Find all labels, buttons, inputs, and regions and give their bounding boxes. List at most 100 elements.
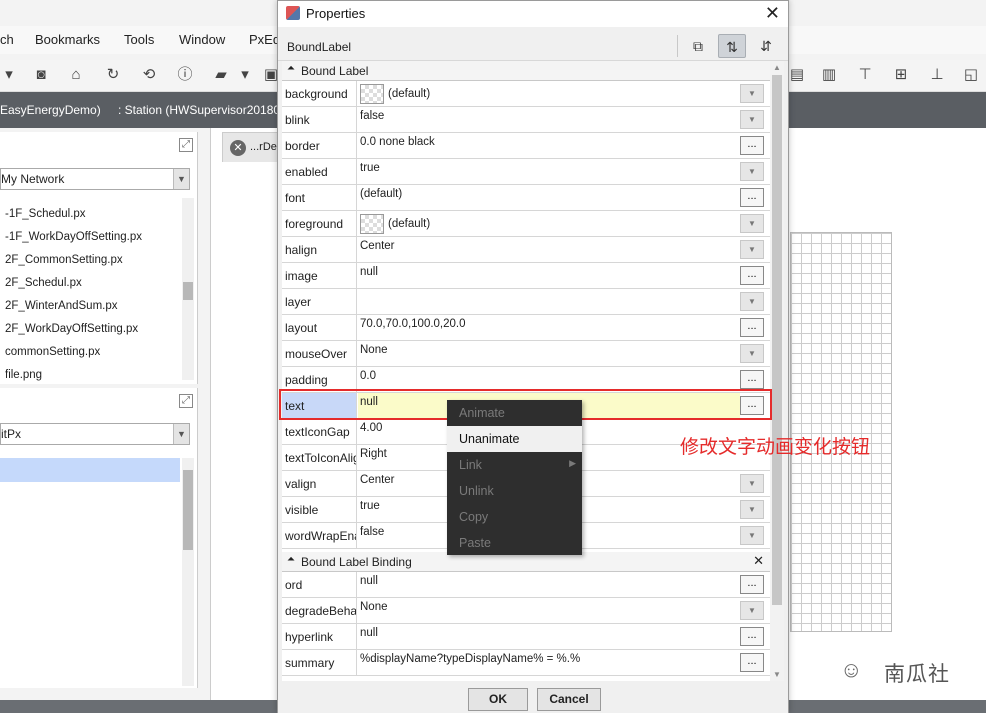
nav-tree-combo[interactable]: My Network ▼ [0, 168, 190, 190]
chevron-down-icon[interactable]: ▼ [740, 162, 764, 181]
property-value[interactable]: null [358, 624, 740, 649]
menu-item-tools[interactable]: Tools [124, 32, 154, 47]
section-header[interactable]: ⏶ Bound Label [282, 61, 770, 81]
nav-scrollbar-thumb[interactable] [183, 282, 193, 300]
chevron-down-icon[interactable]: ▼ [740, 526, 764, 545]
palette-combo[interactable]: itPx ▼ [0, 423, 190, 445]
maximize-icon[interactable]: ⤢ [179, 138, 193, 152]
property-row-ord[interactable]: ord null... [282, 572, 770, 598]
path-station[interactable]: : Station (HWSupervisor20180 [118, 103, 280, 117]
file-item[interactable]: file.png [5, 369, 42, 381]
menu-item-unlink[interactable]: Unlink [447, 478, 582, 504]
property-value[interactable]: Center [358, 237, 740, 262]
palette-selected-row[interactable] [0, 458, 180, 482]
add-slot-icon[interactable]: ⧉ [684, 34, 712, 58]
file-item[interactable]: 2F_CommonSetting.px [5, 254, 123, 266]
ellipsis-button[interactable]: ... [740, 266, 764, 285]
menu-item-window[interactable]: Window [179, 32, 225, 47]
align-bottom-icon[interactable]: ⊥ [928, 66, 946, 84]
menu-item-unanimate[interactable]: Unanimate [447, 426, 582, 452]
property-value[interactable]: null [358, 263, 740, 288]
ok-button[interactable]: OK [468, 688, 528, 711]
color-swatch[interactable] [360, 84, 384, 104]
file-item[interactable]: 2F_Schedul.px [5, 277, 82, 289]
palette-scrollbar[interactable] [182, 458, 194, 686]
property-row-halign[interactable]: halign Center ▼ [282, 237, 770, 263]
menu-item-paste[interactable]: Paste [447, 530, 582, 556]
chevron-down-icon[interactable]: ▼ [740, 474, 764, 493]
ellipsis-button[interactable]: ... [740, 370, 764, 389]
file-item[interactable]: -1F_WorkDayOffSetting.px [5, 231, 142, 243]
property-row-mouseover[interactable]: mouseOver None ▼ [282, 341, 770, 367]
property-row-font[interactable]: font (default)... [282, 185, 770, 211]
path-host[interactable]: EasyEnergyDemo) [0, 103, 101, 117]
ellipsis-button[interactable]: ... [740, 627, 764, 646]
close-icon[interactable]: ✕ [765, 3, 780, 24]
property-row-hyperlink[interactable]: hyperlink null... [282, 624, 770, 650]
menu-item-pxeditor[interactable]: PxEd [249, 32, 280, 47]
property-value[interactable]: None [358, 341, 740, 366]
chevron-down-icon[interactable]: ▼ [740, 84, 764, 103]
property-value[interactable]: %displayName?typeDisplayName% = %.% [358, 650, 740, 675]
menu-item-search[interactable]: ch [0, 32, 14, 47]
ellipsis-button[interactable]: ... [740, 188, 764, 207]
chevron-down-icon[interactable]: ▼ [740, 344, 764, 363]
property-row-layout[interactable]: layout 70.0,70.0,100.0,20.0... [282, 315, 770, 341]
file-item[interactable]: commonSetting.px [5, 346, 100, 358]
chevron-down-icon[interactable]: ▼ [740, 500, 764, 519]
palette-scrollbar-thumb[interactable] [183, 470, 193, 550]
file-item[interactable]: -1F_Schedul.px [5, 208, 86, 220]
property-value[interactable] [358, 289, 740, 314]
property-row-foreground[interactable]: foreground (default) ▼ [282, 211, 770, 237]
color-swatch[interactable] [360, 214, 384, 234]
chevron-down-icon[interactable]: ▼ [740, 214, 764, 233]
camera-icon[interactable]: ◙ [32, 66, 50, 84]
maximize-icon[interactable]: ⤢ [179, 394, 193, 408]
property-row-summary[interactable]: summary %displayName?typeDisplayName% = %… [282, 650, 770, 676]
file-item[interactable]: 2F_WorkDayOffSetting.px [5, 323, 138, 335]
align-icon[interactable]: ▤ [788, 66, 806, 84]
property-row-layer[interactable]: layer ▼ [282, 289, 770, 315]
dialog-titlebar[interactable]: Properties ✕ [278, 1, 788, 27]
property-scrollbar[interactable]: ▲ ▼ [770, 61, 784, 681]
sort-alpha-icon[interactable]: ⇅ [718, 34, 746, 58]
nav-scrollbar[interactable] [182, 198, 194, 380]
chevron-down-icon[interactable]: ▼ [740, 110, 764, 129]
menu-item-link[interactable]: Link ▶ [447, 452, 582, 478]
menu-item-bookmarks[interactable]: Bookmarks [35, 32, 100, 47]
scroll-down-icon[interactable]: ▼ [773, 670, 781, 679]
home-icon[interactable]: ⌂ [67, 66, 85, 84]
property-value[interactable]: 0.0 none black [358, 133, 740, 158]
refresh-icon[interactable]: ↻ [104, 66, 122, 84]
editor-tab[interactable]: ✕ ...rDet [222, 132, 284, 162]
menu-item-animate[interactable]: Animate [447, 400, 582, 426]
scroll-up-icon[interactable]: ▲ [773, 63, 781, 72]
ellipsis-button[interactable]: ... [740, 136, 764, 155]
property-value[interactable]: (default) [358, 185, 740, 210]
ellipsis-button[interactable]: ... [740, 653, 764, 672]
align-right-icon[interactable]: ▥ [820, 66, 838, 84]
chevron-down-icon[interactable]: ▼ [173, 424, 189, 444]
history-icon[interactable]: ⟲ [140, 66, 158, 84]
collapse-caret-icon[interactable]: ⏶ [287, 554, 295, 565]
resize-icon[interactable]: ◱ [962, 66, 980, 84]
property-row-border[interactable]: border 0.0 none black... [282, 133, 770, 159]
align-top-icon[interactable]: ⊤ [856, 66, 874, 84]
file-item[interactable]: 2F_WinterAndSum.px [5, 300, 118, 312]
property-value[interactable]: true [358, 159, 740, 184]
property-row-background[interactable]: background (default) ▼ [282, 81, 770, 107]
property-value[interactable]: null [358, 572, 740, 597]
property-row-blink[interactable]: blink false ▼ [282, 107, 770, 133]
property-value[interactable]: 70.0,70.0,100.0,20.0 [358, 315, 740, 340]
collapse-caret-icon[interactable]: ⏶ [287, 63, 295, 74]
chevron-down-icon[interactable]: ▾ [236, 66, 254, 84]
chevron-down-icon[interactable]: ▼ [740, 292, 764, 311]
chevron-down-icon[interactable]: ▼ [173, 169, 189, 189]
property-row-image[interactable]: image null... [282, 263, 770, 289]
chevron-down-icon[interactable]: ▼ [740, 601, 764, 620]
chevron-down-icon[interactable]: ▼ [740, 240, 764, 259]
property-row-degradebehav[interactable]: degradeBehav None ▼ [282, 598, 770, 624]
folder-icon[interactable]: ▰ [212, 66, 230, 84]
property-value[interactable]: None [358, 598, 740, 623]
dropdown-arrow-icon[interactable]: ▾ [0, 66, 18, 84]
